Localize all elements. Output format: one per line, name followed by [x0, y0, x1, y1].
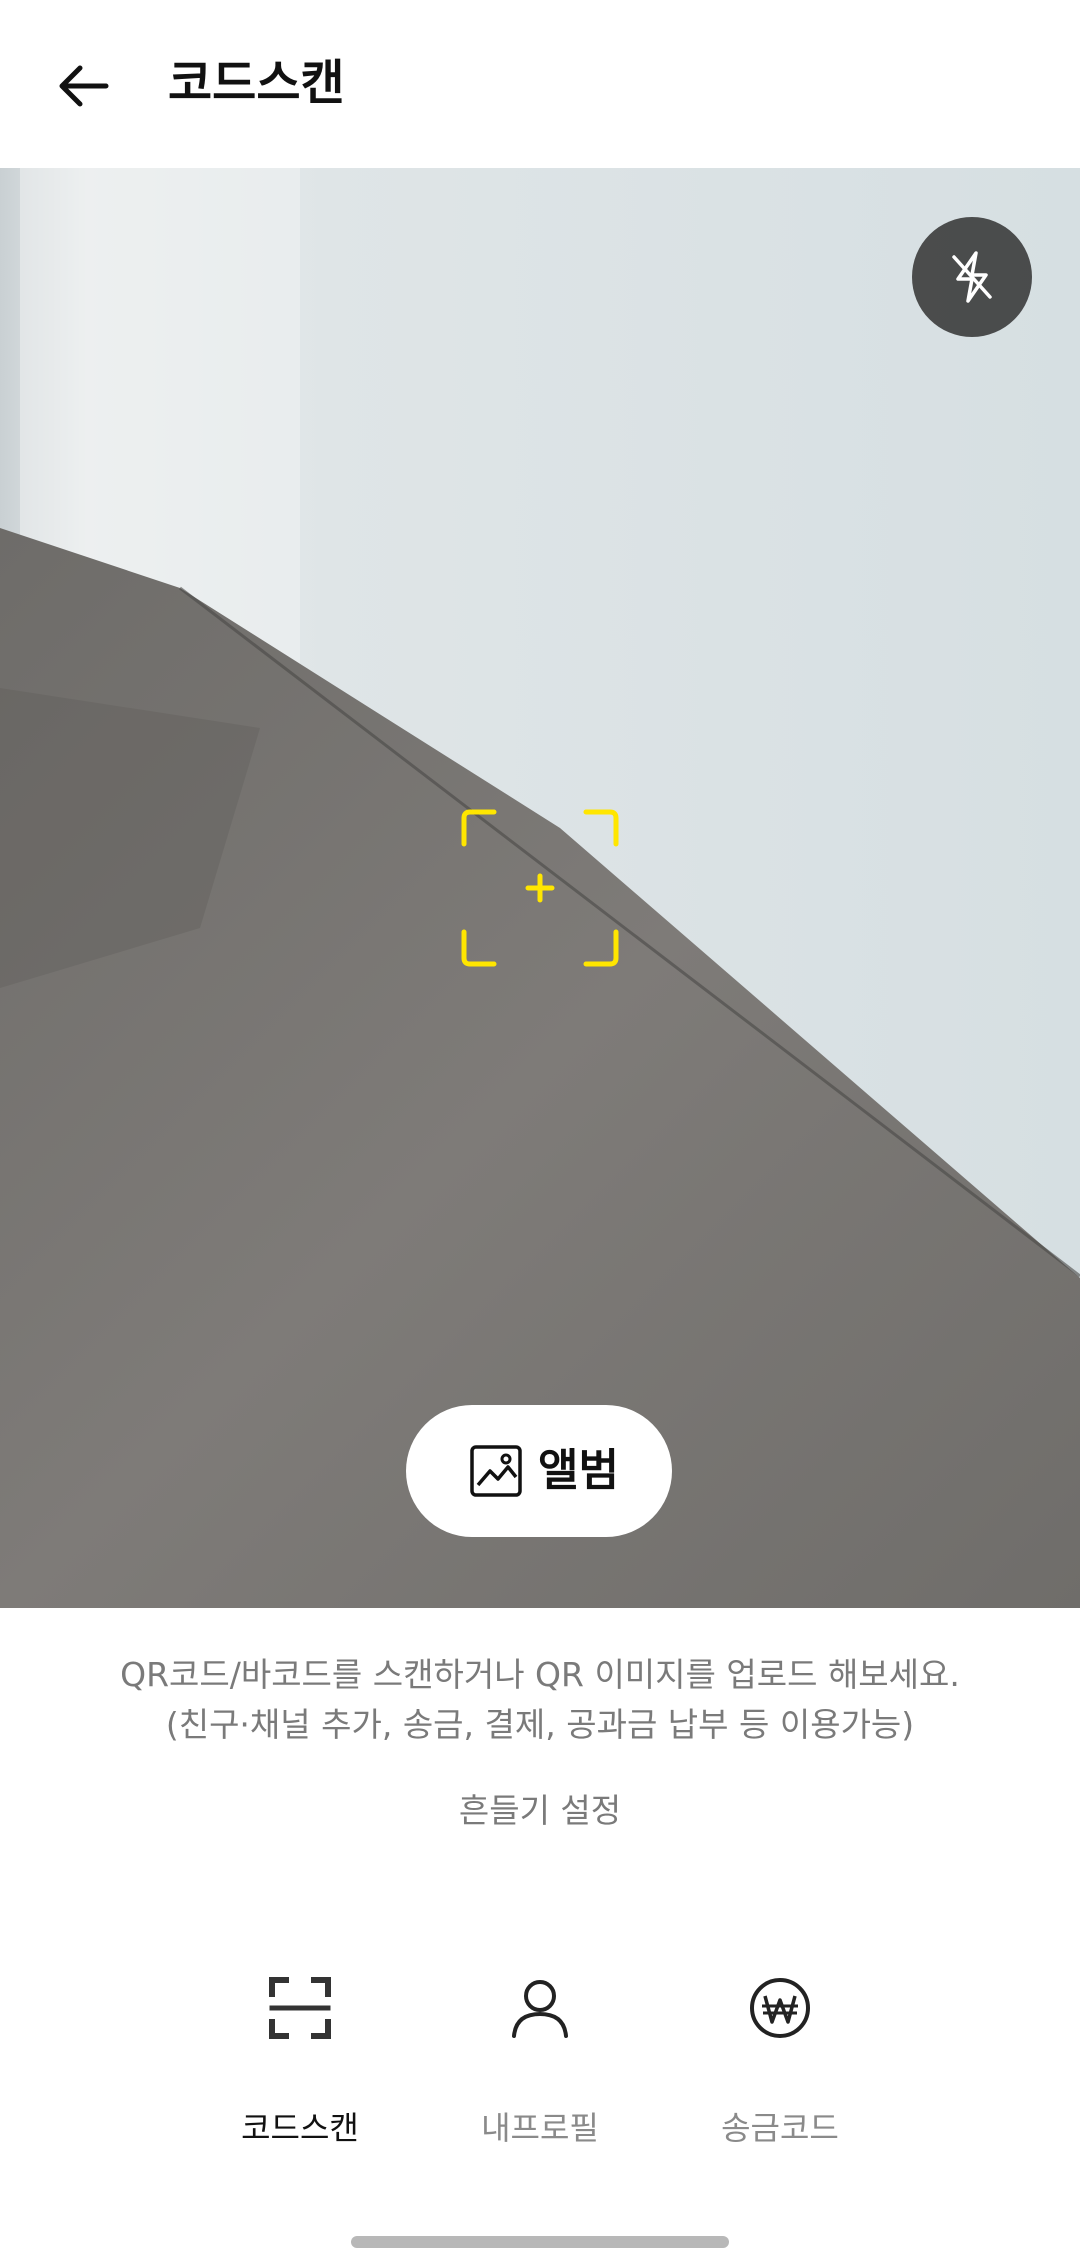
hint-line-1: QR코드/바코드를 스캔하거나 QR 이미지를 업로드 해보세요.	[120, 1655, 960, 1694]
arrow-left-icon	[59, 65, 109, 107]
album-button[interactable]: 앨범	[406, 1405, 672, 1537]
hint-line-2: (친구·채널 추가, 송금, 결제, 공과금 납부 등 이용가능)	[165, 1705, 915, 1744]
home-indicator[interactable]	[351, 2236, 729, 2248]
image-icon	[470, 1445, 522, 1497]
won-icon	[750, 1978, 810, 2038]
page-title: 코드스캔	[168, 55, 345, 111]
scan-icon	[269, 1977, 331, 2039]
scan-target-frame	[461, 809, 619, 967]
flash-toggle-button[interactable]	[912, 217, 1032, 337]
tab-code-scan[interactable]: 코드스캔	[180, 1960, 420, 2160]
back-button[interactable]	[48, 50, 120, 122]
camera-preview[interactable]: 앨범	[0, 168, 1080, 1608]
tab-my-profile-label: 내프로필	[481, 2109, 599, 2147]
scan-hint-text: QR코드/바코드를 스캔하거나 QR 이미지를 업로드 해보세요. (친구·채널…	[0, 1650, 1080, 1750]
shake-setting-link[interactable]: 흔들기 설정	[0, 1786, 1080, 1836]
tab-remit-code[interactable]: 송금코드	[660, 1960, 900, 2160]
person-icon	[512, 1980, 568, 2038]
tab-code-scan-label: 코드스캔	[241, 2109, 359, 2147]
tab-my-profile[interactable]: 내프로필	[420, 1960, 660, 2160]
top-bar: 코드스캔	[0, 0, 1080, 168]
album-label: 앨범	[538, 1445, 619, 1496]
flash-off-icon	[952, 251, 992, 303]
tab-remit-code-label: 송금코드	[721, 2109, 839, 2147]
